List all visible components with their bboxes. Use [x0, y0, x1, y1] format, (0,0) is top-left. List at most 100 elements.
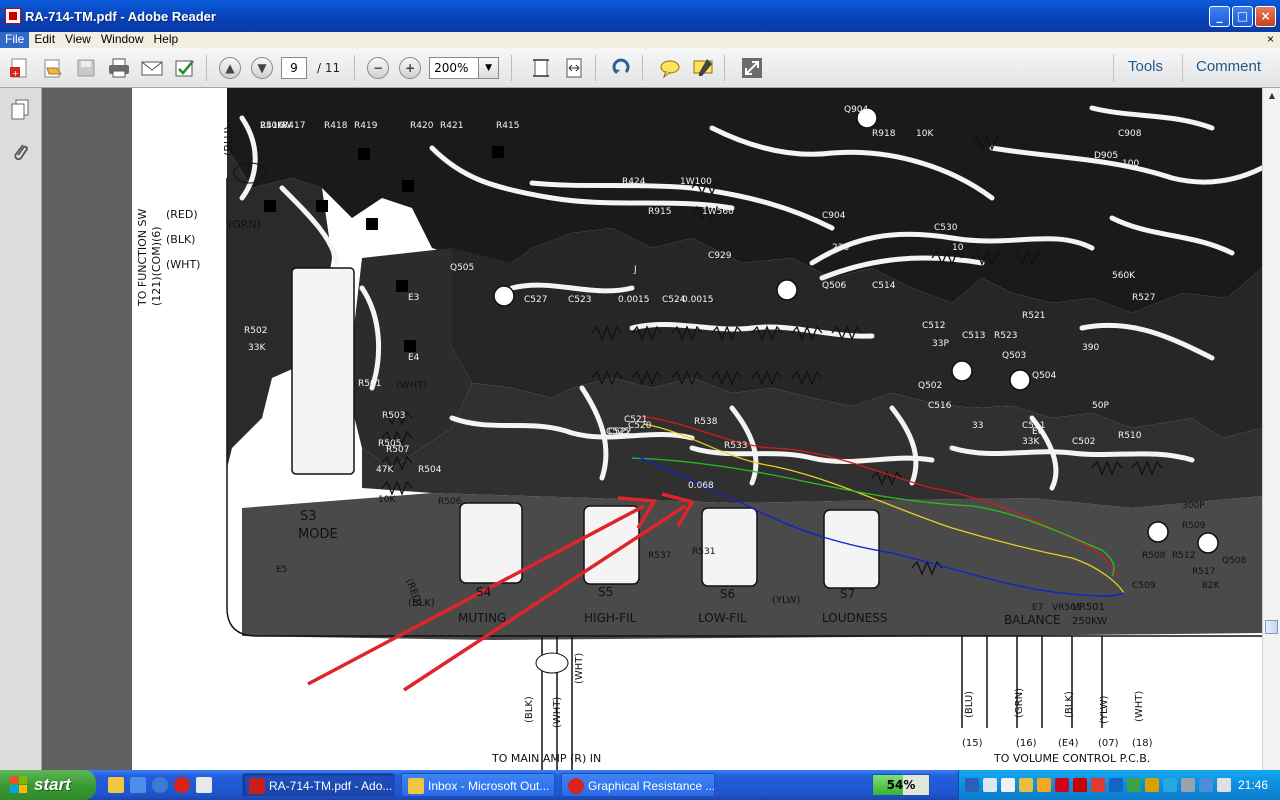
bluetooth-icon[interactable]: [1109, 778, 1123, 792]
fit-page-icon[interactable]: [528, 55, 554, 81]
component-designator: Q508: [1222, 556, 1247, 566]
comment-tab[interactable]: Comment: [1196, 58, 1261, 75]
label-muting: MUTING: [458, 611, 506, 625]
component-designator: R915: [648, 207, 671, 217]
toolbar-separator: [595, 54, 597, 81]
display-icon[interactable]: [1199, 778, 1213, 792]
monitor-icon[interactable]: [983, 778, 997, 792]
component-designator: E5: [276, 565, 287, 575]
email-icon[interactable]: [139, 55, 165, 81]
next-page-button[interactable]: ▼: [251, 56, 273, 79]
zoom-in-button[interactable]: +: [399, 56, 422, 79]
component-designator: R538: [694, 417, 718, 427]
comment-bubble-icon[interactable]: [657, 55, 683, 81]
mail-icon[interactable]: [1001, 778, 1015, 792]
zoom-input[interactable]: 200%: [429, 56, 480, 79]
previous-page-button[interactable]: ▲: [219, 56, 241, 79]
usb-icon[interactable]: [1181, 778, 1195, 792]
window-titlebar[interactable]: RA-714-TM.pdf - Adobe Reader _ □ ×: [0, 0, 1280, 32]
component-designator: VR501: [1052, 603, 1082, 613]
maximize-button[interactable]: □: [1232, 6, 1253, 27]
pdf-page[interactable]: TO FUNCTION SW (121)(COM)(6) (RED) (BLK)…: [132, 88, 1262, 770]
menu-file[interactable]: File: [0, 32, 30, 48]
volume-icon[interactable]: [1217, 778, 1231, 792]
messenger-icon[interactable]: [1037, 778, 1051, 792]
antivirus-icon[interactable]: [1073, 778, 1087, 792]
network-icon[interactable]: [965, 778, 979, 792]
component-designator: R521: [1022, 311, 1045, 321]
label-s7: S7: [840, 587, 855, 601]
fit-width-icon[interactable]: [561, 55, 587, 81]
opera-quicklaunch-icon[interactable]: [174, 777, 190, 793]
tools-tab[interactable]: Tools: [1128, 58, 1163, 75]
zoom-dropdown-icon[interactable]: ▼: [479, 56, 500, 79]
taskbar-item-opera[interactable]: Graphical Resistance ...: [561, 773, 715, 797]
zoom-out-button[interactable]: −: [367, 56, 390, 79]
menu-window[interactable]: Window: [96, 32, 149, 48]
menu-view[interactable]: View: [60, 32, 96, 48]
taskbar: start RA-714-TM.pdf - Ado... Inbox - Mic…: [0, 770, 1280, 800]
component-designator: 33K: [1022, 437, 1040, 447]
expand-icon[interactable]: [739, 55, 765, 81]
create-pdf-icon[interactable]: +: [7, 55, 33, 81]
component-designator: 1W560: [702, 207, 734, 217]
review-icon[interactable]: [172, 55, 198, 81]
scroll-up-icon[interactable]: ▲: [1266, 90, 1278, 102]
component-designator: C516: [928, 401, 952, 411]
pages-icon[interactable]: [9, 98, 31, 122]
component-designator: C512: [922, 321, 945, 331]
ie-quicklaunch-icon[interactable]: [152, 777, 168, 793]
shield-icon[interactable]: [1019, 778, 1033, 792]
desktop-quicklaunch-icon[interactable]: [130, 777, 146, 793]
menu-edit[interactable]: Edit: [29, 32, 60, 48]
document-close-icon[interactable]: ×: [1267, 32, 1274, 46]
close-button[interactable]: ×: [1255, 6, 1276, 27]
toolbar-separator: [354, 54, 356, 81]
windows-logo-icon: [10, 776, 28, 794]
component-designator: 10K: [916, 129, 934, 139]
wifi-icon[interactable]: [1163, 778, 1177, 792]
save-icon[interactable]: [73, 55, 99, 81]
component-designator: 100: [1122, 159, 1139, 169]
clock[interactable]: 21:46: [1238, 770, 1268, 800]
page-number-input[interactable]: 9: [281, 56, 307, 79]
taskbar-item-outlook[interactable]: Inbox - Microsoft Out...: [401, 773, 555, 797]
ati-icon[interactable]: [1055, 778, 1069, 792]
component-designator: C513: [962, 331, 985, 341]
menu-help[interactable]: Help: [149, 32, 184, 48]
open-icon[interactable]: [40, 55, 66, 81]
power-icon[interactable]: [1145, 778, 1159, 792]
print-icon[interactable]: [106, 55, 132, 81]
minimize-button[interactable]: _: [1209, 6, 1230, 27]
component-designator: C904: [822, 211, 846, 221]
highlight-icon[interactable]: [690, 55, 716, 81]
component-designator: 560K: [1112, 271, 1136, 281]
component-designator: R415: [496, 121, 519, 131]
component-designator: 0.0015: [682, 295, 714, 305]
cpu-meter-text: 54%: [886, 778, 916, 792]
rotate-icon[interactable]: [608, 55, 634, 81]
component-designator: D905: [1094, 151, 1118, 161]
outlook-quicklaunch-icon[interactable]: [108, 777, 124, 793]
component-designator: C523: [568, 295, 591, 305]
navigation-rail: [0, 88, 42, 770]
start-label: start: [34, 775, 71, 794]
security-icon[interactable]: [1127, 778, 1141, 792]
vertical-scrollbar[interactable]: ▲: [1262, 88, 1280, 770]
component-designator: 33: [972, 421, 983, 431]
attachments-icon[interactable]: [9, 140, 31, 164]
scrollbar-thumb[interactable]: [1265, 620, 1278, 634]
label-bottom-blk: (BLK): [524, 696, 535, 723]
update-icon[interactable]: [1091, 778, 1105, 792]
label-ylw: (YLW): [772, 595, 801, 606]
label-pin-15: (15): [962, 738, 983, 749]
taskbar-item-adobe[interactable]: RA-714-TM.pdf - Ado...: [242, 773, 395, 797]
label-bottom-wht2: (WHT): [574, 653, 585, 684]
media-quicklaunch-icon[interactable]: [196, 777, 212, 793]
start-button[interactable]: start: [0, 770, 96, 800]
adobe-reader-icon: [5, 8, 21, 24]
svg-text:+: +: [12, 69, 19, 78]
cpu-meter[interactable]: 54%: [872, 774, 930, 796]
component-designator: R509: [1182, 521, 1206, 531]
component-designator: 0.0015: [618, 295, 650, 305]
